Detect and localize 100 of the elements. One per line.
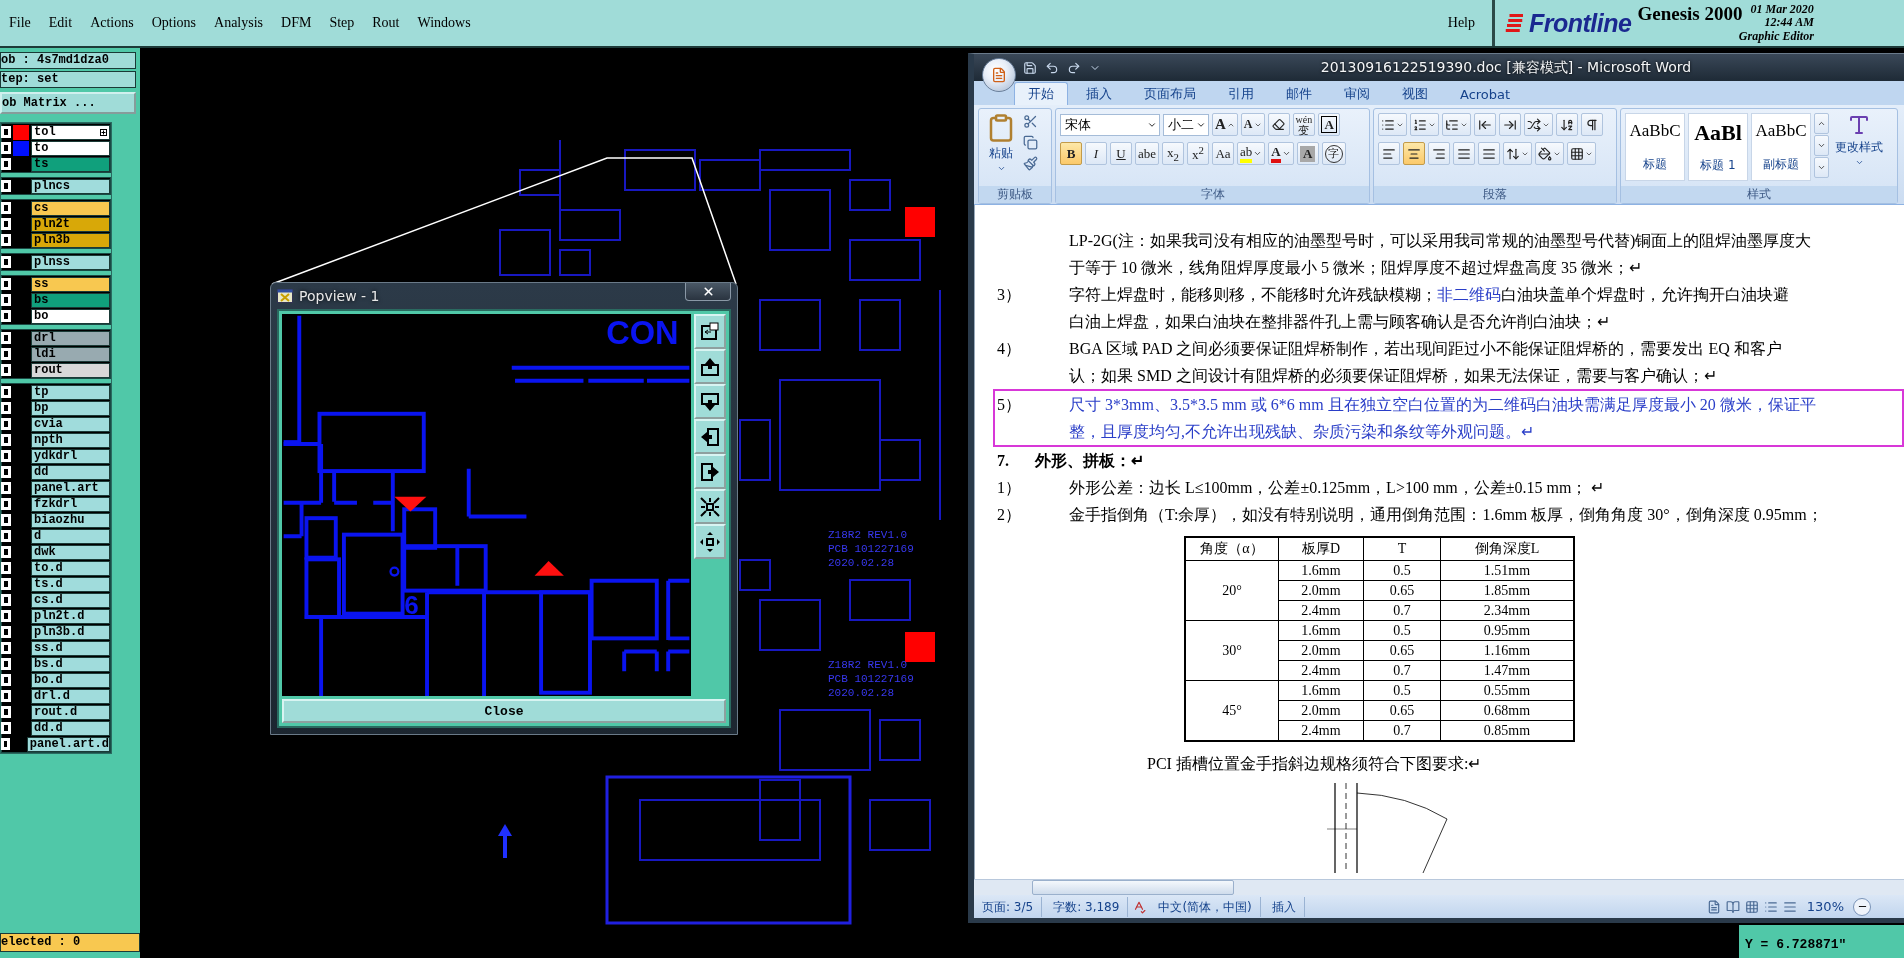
layer-checkbox[interactable] [2, 595, 10, 605]
layer-checkbox[interactable] [2, 707, 10, 717]
layer-checkbox[interactable] [2, 159, 10, 169]
close-button[interactable] [685, 283, 731, 301]
layer-checkbox[interactable] [2, 435, 10, 445]
align-button[interactable] [1403, 142, 1425, 165]
ribbon-tab[interactable]: 插入 [1072, 82, 1126, 105]
web-layout-button[interactable] [1743, 898, 1760, 915]
menu-item[interactable]: Windows [408, 11, 480, 35]
layer-name[interactable]: tol [31, 124, 110, 140]
sort-button[interactable] [1556, 113, 1578, 136]
layer-name[interactable]: ss.d [31, 640, 110, 656]
numbering-button[interactable] [1410, 113, 1439, 136]
ribbon-tab[interactable]: 页面布局 [1130, 82, 1210, 105]
layer-checkbox[interactable] [2, 547, 10, 557]
layer-name[interactable]: pln2t.d [31, 608, 110, 624]
view-tool-button[interactable] [694, 419, 726, 454]
align-button[interactable] [1428, 142, 1450, 165]
ribbon-tab[interactable]: Acrobat [1446, 82, 1525, 105]
layer-name[interactable]: ss [31, 276, 110, 292]
layer-checkbox[interactable] [2, 563, 10, 573]
format-button[interactable]: x$^{2}$ [1187, 142, 1210, 165]
layer-name[interactable]: ldi [31, 346, 110, 362]
layer-checkbox[interactable] [2, 295, 10, 305]
menu-item[interactable]: Help [1438, 11, 1484, 35]
ribbon-tab[interactable]: 视图 [1388, 82, 1442, 105]
layer-checkbox[interactable] [2, 203, 10, 213]
ribbon-tab[interactable]: 审阅 [1330, 82, 1384, 105]
format-button[interactable]: U [1110, 142, 1132, 165]
copy-button[interactable] [1022, 134, 1039, 151]
layer-name[interactable]: tp [31, 384, 110, 400]
menu-item[interactable]: Edit [39, 11, 82, 35]
layer-checkbox[interactable] [2, 499, 10, 509]
cut-button[interactable] [1022, 113, 1039, 130]
menu-item[interactable]: DFM [272, 11, 321, 35]
style-gallery-item[interactable]: AaBbC 副标题 [1751, 113, 1811, 181]
borders-button[interactable] [1567, 142, 1596, 165]
menu-item[interactable]: Options [142, 11, 206, 35]
reading-layout-button[interactable] [1724, 898, 1741, 915]
layer-checkbox[interactable] [2, 723, 10, 733]
layer-name[interactable]: cs [31, 200, 110, 216]
layer-name[interactable]: plncs [31, 178, 110, 194]
layer-name[interactable]: rout.d [31, 704, 110, 720]
office-button[interactable] [982, 57, 1016, 92]
layer-checkbox[interactable] [2, 333, 10, 343]
format-button[interactable]: Aa [1212, 142, 1235, 165]
layer-checkbox[interactable] [2, 739, 10, 749]
layer-name[interactable]: rout [31, 362, 110, 378]
view-tool-button[interactable] [694, 314, 726, 349]
format-button[interactable]: B [1060, 142, 1082, 165]
layer-name[interactable]: cvia [31, 416, 110, 432]
layer-name[interactable]: ts [31, 156, 110, 172]
layer-checkbox[interactable] [2, 611, 10, 621]
layer-checkbox[interactable] [2, 659, 10, 669]
layer-checkbox[interactable] [2, 691, 10, 701]
layer-checkbox[interactable] [2, 219, 10, 229]
layer-name[interactable]: drl.d [31, 688, 110, 704]
layer-checkbox[interactable] [2, 515, 10, 525]
layer-name[interactable]: npth [31, 432, 110, 448]
enclose-characters-button[interactable]: 字 [1321, 142, 1346, 165]
layer-name[interactable]: bo.d [31, 672, 110, 688]
layer-checkbox[interactable] [2, 127, 10, 137]
bullets-button[interactable] [1378, 113, 1407, 136]
format-painter-button[interactable] [1022, 155, 1039, 172]
ribbon-tab[interactable]: 开始 [1014, 82, 1068, 105]
menu-item[interactable]: Actions [81, 11, 143, 35]
decrease-indent-button[interactable] [1474, 113, 1496, 136]
format-button[interactable]: I [1085, 142, 1107, 165]
layer-name[interactable]: biaozhu [31, 512, 110, 528]
layer-checkbox[interactable] [2, 279, 10, 289]
status-item[interactable]: 插入 [1263, 896, 1305, 917]
show-marks-button[interactable] [1581, 113, 1603, 136]
layer-checkbox[interactable] [2, 579, 10, 589]
status-item[interactable]: 中文(简体，中国) [1150, 896, 1261, 917]
layer-name[interactable]: bp [31, 400, 110, 416]
layer-name[interactable]: plnss [31, 254, 110, 270]
menu-item[interactable]: Analysis [205, 11, 273, 35]
view-tool-button[interactable] [694, 489, 726, 524]
layer-checkbox[interactable] [2, 365, 10, 375]
align-button[interactable] [1378, 142, 1400, 165]
shrink-font-button[interactable]: A [1240, 113, 1265, 136]
format-button[interactable]: abe [1135, 142, 1160, 165]
layer-name[interactable]: cs.d [31, 592, 110, 608]
layer-name[interactable]: pln3b [31, 232, 110, 248]
layer-name[interactable]: bs.d [31, 656, 110, 672]
scrollbar-thumb[interactable] [1032, 880, 1234, 895]
layer-name[interactable]: bo [31, 308, 110, 324]
layer-checkbox[interactable] [2, 181, 10, 191]
shading-button[interactable] [1535, 142, 1564, 165]
layer-checkbox[interactable] [2, 627, 10, 637]
layer-name[interactable]: fzkdrl [31, 496, 110, 512]
layer-checkbox[interactable] [2, 257, 10, 267]
menu-item[interactable]: Step [320, 11, 364, 35]
clear-format-button[interactable] [1267, 113, 1290, 136]
menu-item[interactable]: File [0, 11, 40, 35]
job-matrix-button[interactable]: ob Matrix ... [0, 92, 136, 114]
style-gallery-item[interactable]: AaBbC 标题 [1625, 113, 1685, 181]
ribbon-tab[interactable]: 邮件 [1272, 82, 1326, 105]
highlight-button[interactable]: ab [1237, 142, 1266, 165]
style-gallery-item[interactable]: AaBl 标题 1 [1688, 113, 1748, 181]
